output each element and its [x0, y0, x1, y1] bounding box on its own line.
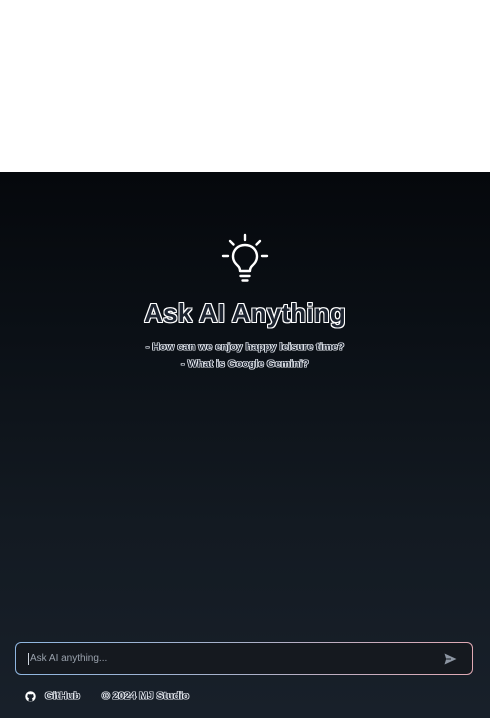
top-blank-area	[0, 0, 490, 172]
prompt-input[interactable]	[30, 653, 442, 664]
text-caret	[28, 652, 29, 665]
copyright-text: © 2024 MJ Studio	[102, 690, 190, 702]
page-title: Ask AI Anything	[144, 298, 346, 328]
footer: GitHub © 2024 MJ Studio	[25, 690, 189, 702]
send-button[interactable]	[442, 651, 458, 667]
example-question: - What is Google Gemini?	[181, 358, 309, 370]
example-question: - How can we enjoy happy leisure time?	[145, 341, 345, 353]
example-questions: - How can we enjoy happy leisure time? -…	[0, 339, 490, 373]
lightbulb-icon	[221, 233, 269, 282]
send-icon	[444, 653, 456, 664]
app-container: Ask AI Anything - How can we enjoy happy…	[0, 172, 490, 718]
prompt-input-container	[15, 642, 473, 675]
prompt-input-box	[16, 643, 472, 674]
hero-section: Ask AI Anything - How can we enjoy happy…	[0, 232, 490, 373]
github-icon	[25, 690, 36, 702]
github-link[interactable]: GitHub	[25, 690, 80, 702]
github-label: GitHub	[45, 690, 80, 702]
